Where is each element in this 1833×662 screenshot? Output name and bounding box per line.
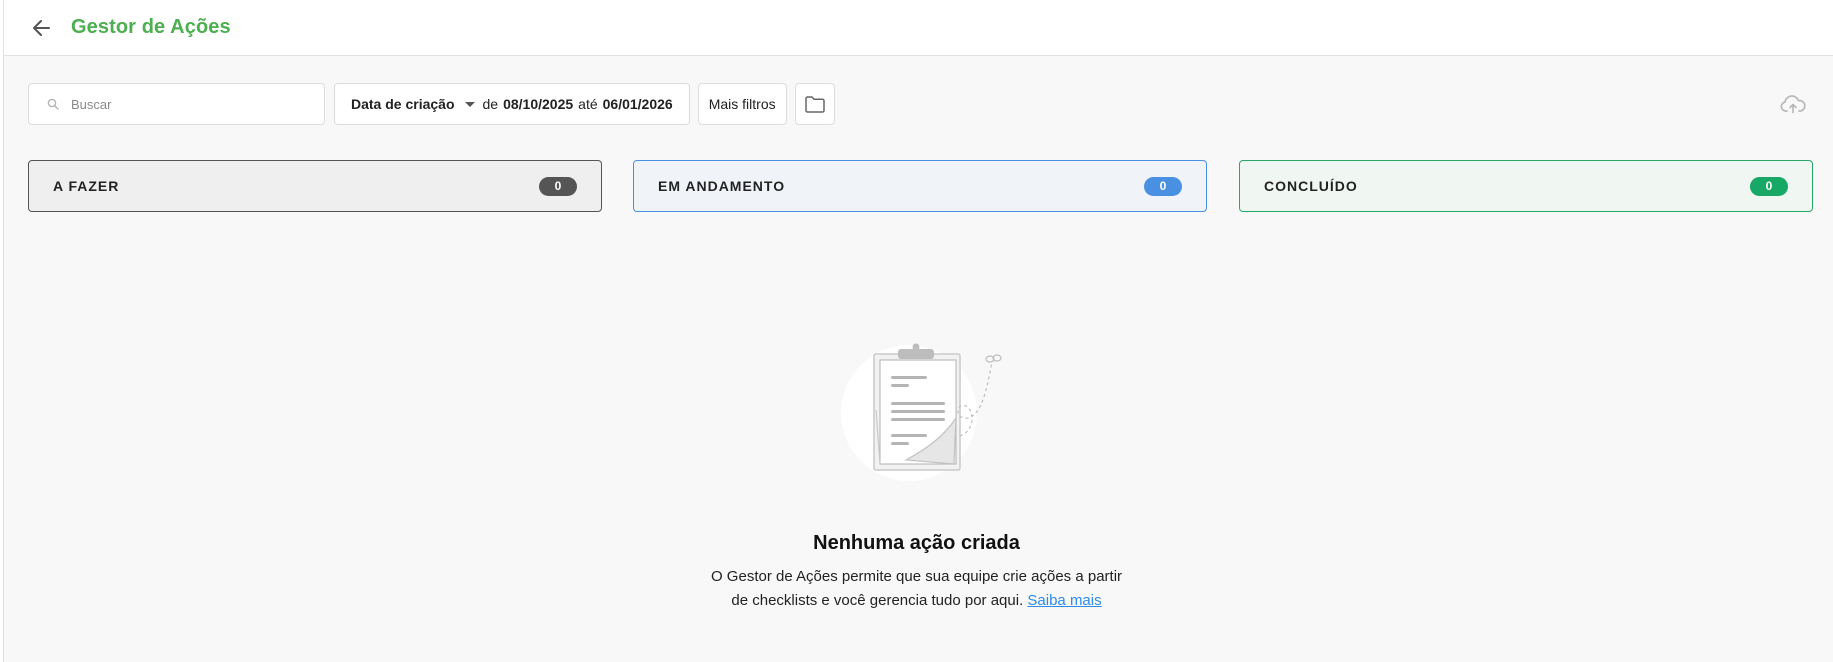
date-filter-field: Data de criação: [351, 96, 455, 112]
column-in-progress[interactable]: EM ANDAMENTO 0: [633, 160, 1207, 212]
column-label: EM ANDAMENTO: [658, 178, 786, 194]
empty-state-title: Nenhuma ação criada: [813, 532, 1020, 554]
search-icon: [47, 98, 59, 110]
folder-icon: [804, 96, 825, 113]
folder-button[interactable]: [794, 83, 835, 125]
more-filters-button[interactable]: Mais filtros: [697, 83, 787, 125]
cloud-upload-icon: [1780, 95, 1806, 114]
column-label: CONCLUÍDO: [1264, 178, 1358, 194]
column-label: A FAZER: [53, 178, 120, 194]
column-done[interactable]: CONCLUÍDO 0: [1239, 160, 1813, 212]
top-bar: Gestor de Ações: [4, 0, 1833, 56]
learn-more-link[interactable]: Saiba mais: [1027, 592, 1101, 609]
search-box[interactable]: [28, 83, 325, 125]
column-todo[interactable]: A FAZER 0: [28, 160, 602, 212]
page-title: Gestor de Ações: [71, 16, 231, 38]
kanban-columns: A FAZER 0 EM ANDAMENTO 0 CONCLUÍDO 0: [28, 160, 1813, 212]
count-badge: 0: [539, 176, 577, 196]
empty-state-line-2: de checklists e você gerencia tudo por a…: [711, 589, 1122, 613]
date-from: 08/10/2025: [503, 96, 574, 112]
count-badge: 0: [1144, 176, 1182, 196]
empty-state-description: O Gestor de Ações permite que sua equipe…: [711, 565, 1122, 613]
clipboard-illustration: [840, 343, 1002, 481]
empty-state: Nenhuma ação criada O Gestor de Ações pe…: [0, 340, 1833, 613]
back-button[interactable]: [21, 8, 61, 48]
chevron-down-icon: [464, 101, 475, 107]
date-filter[interactable]: Data de criação de 08/10/2025 até 06/01/…: [334, 83, 690, 125]
count-badge: 0: [1750, 176, 1788, 196]
date-to: 06/01/2026: [602, 96, 673, 112]
toolbar: Data de criação de 08/10/2025 até 06/01/…: [28, 83, 1833, 125]
export-button[interactable]: [1779, 92, 1807, 116]
date-from-prefix: de: [482, 96, 499, 112]
date-to-prefix: até: [578, 96, 598, 112]
search-input[interactable]: [71, 96, 291, 112]
empty-state-line-1: O Gestor de Ações permite que sua equipe…: [710, 568, 1123, 585]
empty-state-line-2-text: de checklists e você gerencia tudo por a…: [731, 592, 1024, 609]
arrow-left-icon: [33, 19, 50, 36]
